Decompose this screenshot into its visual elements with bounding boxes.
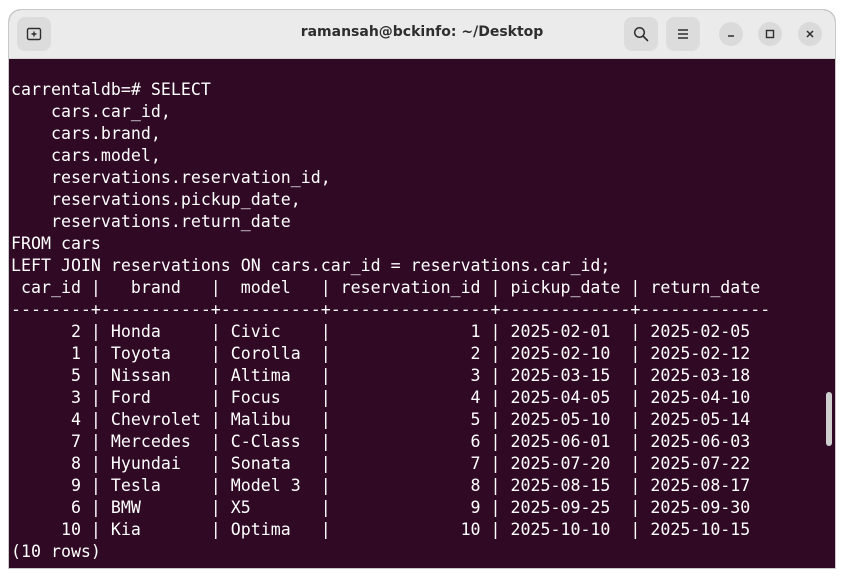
terminal-line: car_id | brand | model | reservation_id … (11, 278, 761, 297)
minimize-icon (728, 35, 734, 37)
terminal-line: 5 | Nissan | Altima | 3 | 2025-03-15 | 2… (11, 366, 751, 385)
terminal-line: cars.brand, (11, 124, 161, 143)
titlebar: ramansah@bckinfo: ~/Desktop (9, 10, 835, 59)
terminal-line: FROM cars (11, 234, 101, 253)
terminal-line: (10 rows) (11, 542, 101, 561)
close-icon (806, 30, 814, 38)
terminal-line: 2 | Honda | Civic | 1 | 2025-02-01 | 202… (11, 322, 751, 341)
terminal-line: 3 | Ford | Focus | 4 | 2025-04-05 | 2025… (11, 388, 751, 407)
terminal-line: 8 | Hyundai | Sonata | 7 | 2025-07-20 | … (11, 454, 751, 473)
window-title: ramansah@bckinfo: ~/Desktop (300, 24, 544, 40)
terminal-line: cars.model, (11, 146, 161, 165)
terminal-output[interactable]: carrentaldb=# SELECT cars.car_id, cars.b… (11, 79, 819, 568)
terminal-line: reservations.pickup_date, (11, 190, 301, 209)
terminal-line: 9 | Tesla | Model 3 | 8 | 2025-08-15 | 2… (11, 476, 751, 495)
terminal-window: ramansah@bckinfo: ~/Desktop carrentaldb=… (9, 10, 835, 568)
search-icon (633, 26, 649, 42)
terminal-line: reservations.reservation_id, (11, 168, 331, 187)
hamburger-menu-icon (678, 29, 688, 39)
close-button[interactable] (798, 22, 822, 46)
minimize-button[interactable] (719, 22, 743, 46)
terminal-line: LEFT JOIN reservations ON cars.car_id = … (11, 256, 611, 275)
terminal-line: 1 | Toyota | Corolla | 2 | 2025-02-10 | … (11, 344, 751, 363)
terminal-scrollbar[interactable] (826, 392, 832, 446)
terminal-line: --------+-----------+----------+--------… (11, 300, 771, 319)
terminal-line: 4 | Chevrolet | Malibu | 5 | 2025-05-10 … (11, 410, 751, 429)
terminal-line: cars.car_id, (11, 102, 171, 121)
maximize-button[interactable] (758, 22, 782, 46)
menu-button[interactable] (666, 17, 700, 51)
terminal-line: carrentaldb=# SELECT (11, 80, 211, 99)
search-button[interactable] (624, 17, 658, 51)
terminal-line: 10 | Kia | Optima | 10 | 2025-10-10 | 20… (11, 520, 751, 539)
terminal-line: reservations.return_date (11, 212, 291, 231)
maximize-icon (765, 29, 775, 39)
terminal-line: 6 | BMW | X5 | 9 | 2025-09-25 | 2025-09-… (11, 498, 751, 517)
terminal-line: 7 | Mercedes | C-Class | 6 | 2025-06-01 … (11, 432, 751, 451)
